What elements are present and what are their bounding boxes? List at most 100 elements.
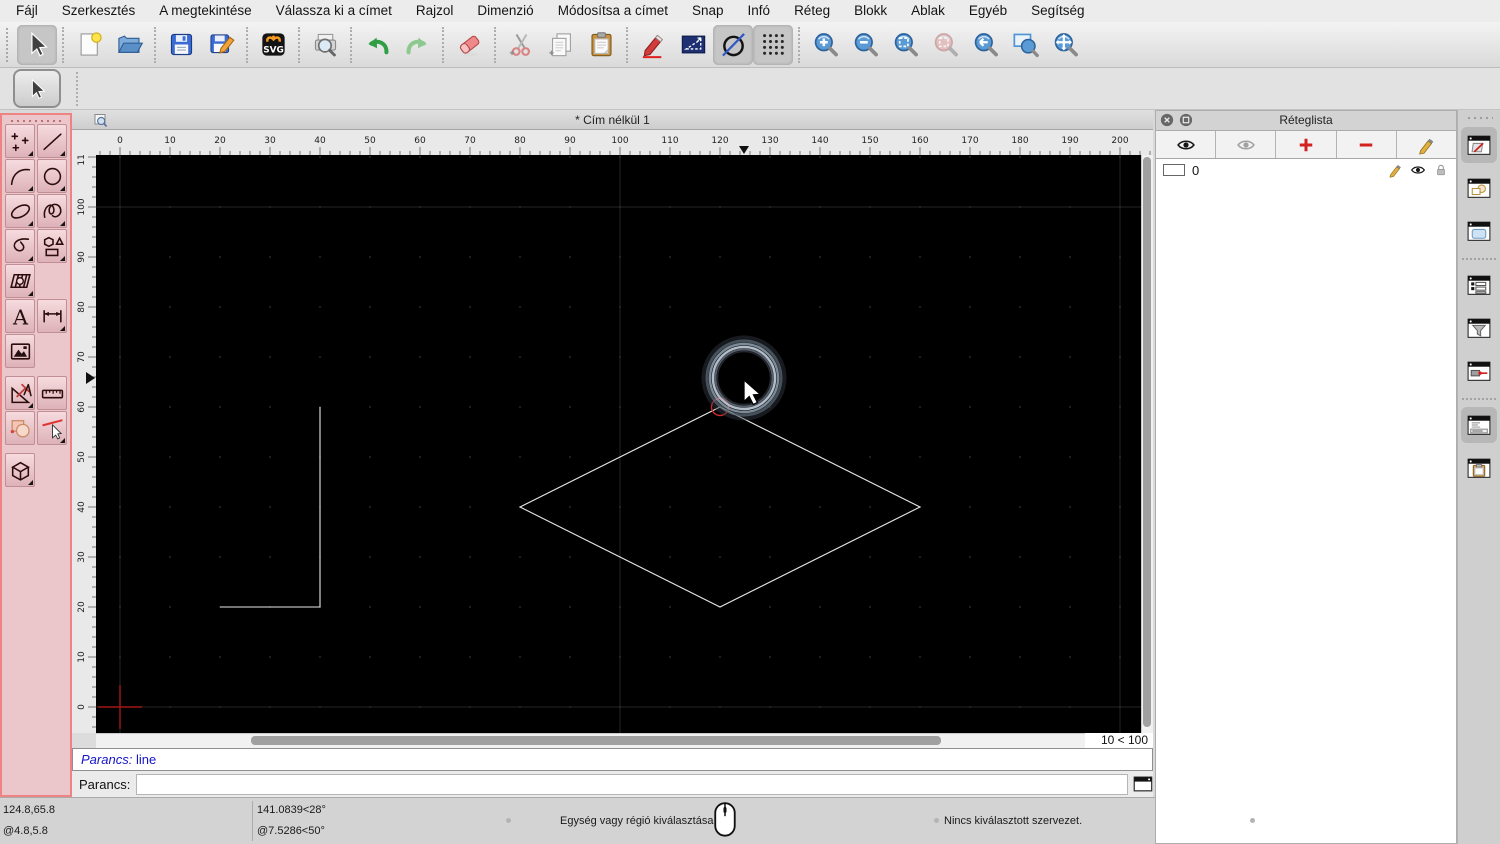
select-entities-tool-button[interactable]	[5, 411, 35, 445]
hatch-tool-button[interactable]	[5, 264, 35, 298]
saveas-icon	[209, 34, 235, 54]
palette-handle[interactable]	[7, 116, 65, 123]
copy-button[interactable]	[541, 25, 581, 65]
command-line-dock-button[interactable]	[1461, 407, 1497, 443]
paste-button[interactable]	[581, 25, 621, 65]
undo-button[interactable]	[357, 25, 397, 65]
measure-tool-button[interactable]	[37, 376, 67, 410]
menu-info[interactable]: Infó	[736, 0, 783, 22]
menu-dimension[interactable]: Dimenzió	[465, 0, 545, 22]
circle-tool-button[interactable]	[37, 159, 67, 193]
layer-panel-toolbar	[1156, 131, 1456, 159]
text-tool-button[interactable]: A	[5, 299, 35, 333]
selection-filter-dock-button[interactable]	[1461, 310, 1497, 346]
menu-window[interactable]: Ablak	[899, 0, 957, 22]
pencil-icon[interactable]	[1387, 162, 1403, 178]
eye-icon[interactable]	[1410, 162, 1426, 178]
zoom-out-button[interactable]	[845, 25, 885, 65]
polyline-tool-button[interactable]	[5, 229, 35, 263]
solid-3d-tool-button[interactable]	[5, 453, 35, 487]
zoom-window-button[interactable]	[1005, 25, 1045, 65]
zoom-selected-button[interactable]	[925, 25, 965, 65]
entity-list-dock-button[interactable]	[1461, 267, 1497, 303]
menu-edit[interactable]: Szerkesztés	[50, 0, 148, 22]
float-panel-button[interactable]	[1179, 113, 1193, 127]
zoom-in-button[interactable]	[805, 25, 845, 65]
horizontal-scrollbar-thumb[interactable]	[251, 736, 941, 745]
vertical-scrollbar[interactable]	[1141, 155, 1153, 733]
select-pointer-button[interactable]	[17, 24, 57, 65]
eye-icon	[1176, 140, 1195, 149]
snap-entity-button[interactable]	[713, 24, 753, 65]
svg-text:0: 0	[117, 136, 123, 146]
dimension-tool-button[interactable]	[37, 299, 67, 333]
show-all-layers-button[interactable]	[1156, 131, 1217, 158]
dock-separator	[1462, 398, 1496, 400]
pen-button[interactable]	[633, 25, 673, 65]
cut-button[interactable]	[501, 25, 541, 65]
erase-button[interactable]	[449, 25, 489, 65]
detach-command-button[interactable]	[1133, 776, 1153, 793]
toolbar-handle[interactable]	[6, 27, 14, 62]
menu-file[interactable]: Fájl	[4, 0, 50, 22]
polygon-tool-button[interactable]	[37, 229, 67, 263]
open-file-button[interactable]	[109, 25, 149, 65]
pen-palette-dock-button[interactable]	[1461, 353, 1497, 389]
select-pointer-2-button[interactable]	[13, 69, 61, 108]
hide-all-layers-button[interactable]	[1216, 131, 1277, 158]
zoom-previous-button[interactable]	[965, 25, 1005, 65]
vertical-scrollbar-thumb[interactable]	[1143, 157, 1151, 727]
snap-grid-button[interactable]	[753, 24, 793, 65]
save-button[interactable]	[161, 25, 201, 65]
toolbar-separator	[626, 26, 628, 63]
library-browser-dock-button[interactable]	[1461, 213, 1497, 249]
pan-button[interactable]	[1045, 25, 1085, 65]
dimension-icon	[42, 309, 62, 322]
dock-toolbar-handle[interactable]	[1465, 114, 1493, 120]
menu-layer[interactable]: Réteg	[782, 0, 842, 22]
new-document-button[interactable]	[69, 25, 109, 65]
print-preview-button[interactable]	[305, 25, 345, 65]
arc-icon	[10, 168, 30, 185]
lock-icon[interactable]	[1433, 162, 1449, 178]
points-tool-button[interactable]	[5, 124, 35, 158]
menu-snap[interactable]: Snap	[680, 0, 736, 22]
drawing-canvas[interactable]	[96, 155, 1141, 733]
edit-layer-button[interactable]	[1397, 131, 1456, 158]
layer-color-swatch	[1163, 164, 1185, 176]
document-title-bar[interactable]: * Cím nélkül 1	[72, 110, 1153, 130]
menu-modify[interactable]: Módosítsa a címet	[546, 0, 680, 22]
deselect-tool-button[interactable]	[37, 411, 67, 445]
menu-view[interactable]: A megtekintése	[147, 0, 263, 22]
layer-row[interactable]: 0	[1156, 159, 1456, 181]
clipboard-dock-button[interactable]	[1461, 450, 1497, 486]
save-as-button[interactable]	[201, 25, 241, 65]
horizontal-scrollbar[interactable]	[96, 733, 1085, 748]
menu-misc[interactable]: Egyéb	[957, 0, 1019, 22]
svg-text:130: 130	[761, 136, 778, 146]
spline-tool-button[interactable]	[37, 194, 67, 228]
line-tool-button[interactable]	[37, 124, 67, 158]
palette-row	[5, 229, 67, 263]
zoom-auto-button[interactable]	[885, 25, 925, 65]
menu-select[interactable]: Válassza ki a címet	[264, 0, 404, 22]
arc-tool-button[interactable]	[5, 159, 35, 193]
close-panel-button[interactable]	[1160, 113, 1174, 127]
circle-icon	[43, 167, 61, 185]
menu-draw[interactable]: Rajzol	[404, 0, 466, 22]
export-svg-button[interactable]: SVG	[253, 25, 293, 65]
add-layer-button[interactable]	[1276, 131, 1337, 158]
block-list-dock-button[interactable]	[1461, 170, 1497, 206]
ellipse-tool-button[interactable]	[5, 194, 35, 228]
menu-block[interactable]: Blokk	[842, 0, 899, 22]
svg-text:40: 40	[314, 136, 326, 146]
image-tool-button[interactable]	[5, 334, 35, 368]
command-input[interactable]	[136, 773, 1129, 795]
menu-help[interactable]: Segítség	[1019, 0, 1096, 22]
line-attributes-button[interactable]	[673, 25, 713, 65]
layer-list-dock-button[interactable]	[1461, 127, 1497, 163]
modify-tool-button[interactable]	[5, 376, 35, 410]
remove-layer-button[interactable]	[1337, 131, 1397, 158]
flyout-indicator	[28, 480, 33, 485]
redo-button[interactable]	[397, 25, 437, 65]
